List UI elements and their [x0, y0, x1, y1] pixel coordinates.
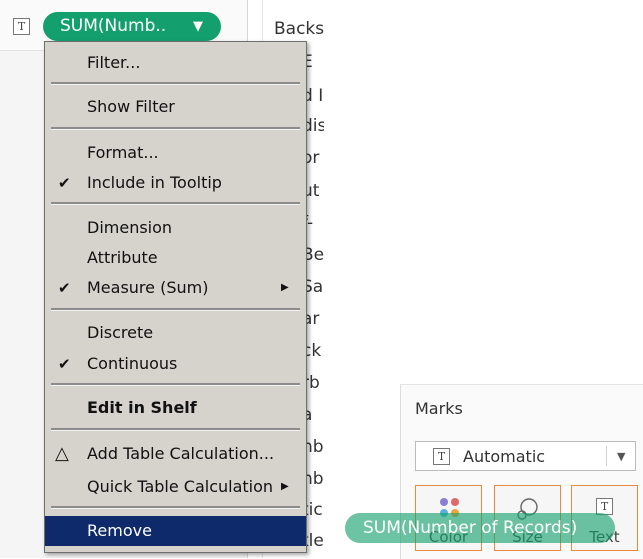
menu-item-continuous[interactable]: ✔ Continuous	[45, 349, 306, 379]
menu-item-quick-table-calculation[interactable]: Quick Table Calculation ▶	[45, 472, 306, 502]
menu-item-label: Measure (Sum)	[87, 278, 209, 297]
menu-item-dimension[interactable]: Dimension	[45, 213, 306, 243]
menu-item-label: Edit in Shelf	[87, 398, 197, 417]
menu-item-label: Add Table Calculation...	[87, 444, 275, 463]
submenu-arrow-icon: ▶	[281, 282, 289, 293]
checkmark-icon: ✔	[58, 174, 71, 192]
menu-item-add-table-calculation[interactable]: △ Add Table Calculation...	[45, 439, 306, 469]
menu-item-measure-sum[interactable]: ✔ Measure (Sum) ▶	[45, 273, 306, 303]
menu-item-include-in-tooltip[interactable]: ✔ Include in Tooltip	[45, 168, 306, 198]
menu-item-label: Include in Tooltip	[87, 173, 222, 192]
menu-item-label: Remove	[87, 521, 152, 540]
text-mark-icon: T	[13, 18, 30, 35]
menu-item-remove[interactable]: Remove	[45, 516, 306, 546]
delta-icon: △	[55, 443, 69, 464]
menu-item-format[interactable]: Format...	[45, 138, 306, 168]
dropdown-divider	[606, 446, 607, 466]
menu-item-label: Filter...	[87, 53, 141, 72]
menu-item-label: Format...	[87, 143, 159, 162]
sum-measure-pill[interactable]: SUM(Numb.. ▼	[43, 12, 221, 41]
marks-title: Marks	[415, 399, 463, 418]
menu-item-filter[interactable]: Filter...	[45, 48, 306, 78]
submenu-arrow-icon: ▶	[281, 481, 289, 492]
menu-separator	[51, 383, 300, 386]
menu-separator	[51, 428, 300, 431]
menu-item-label: Continuous	[87, 354, 178, 373]
menu-item-label: Attribute	[87, 248, 158, 267]
checkmark-icon: ✔	[58, 279, 71, 297]
menu-item-attribute[interactable]: Attribute	[45, 243, 306, 273]
mark-type-label: Automatic	[463, 447, 546, 466]
menu-separator	[51, 308, 300, 311]
menu-item-label: Dimension	[87, 218, 173, 237]
sheet-header-text: Backs	[274, 19, 325, 39]
menu-item-label: Discrete	[87, 323, 154, 342]
menu-separator	[51, 82, 300, 85]
checkmark-icon: ✔	[58, 355, 71, 373]
chevron-down-icon[interactable]: ▼	[193, 12, 203, 41]
dragging-measure-pill[interactable]: SUM(Number of Records)	[345, 513, 615, 543]
menu-item-discrete[interactable]: Discrete	[45, 318, 306, 348]
menu-item-label: Quick Table Calculation	[87, 477, 274, 496]
pill-context-menu: Filter... Show Filter Format... ✔ Includ…	[44, 41, 307, 553]
menu-separator	[51, 127, 300, 130]
menu-item-show-filter[interactable]: Show Filter	[45, 92, 306, 122]
pill-label: SUM(Numb..	[60, 16, 167, 36]
menu-item-label: Show Filter	[87, 97, 175, 116]
text-mark-icon: T	[433, 448, 450, 465]
menu-item-edit-in-shelf[interactable]: Edit in Shelf	[45, 393, 306, 423]
chevron-down-icon[interactable]: ▼	[617, 450, 625, 463]
menu-separator	[51, 506, 300, 509]
menu-separator	[51, 202, 300, 205]
mark-type-dropdown[interactable]: T Automatic ▼	[415, 441, 636, 471]
